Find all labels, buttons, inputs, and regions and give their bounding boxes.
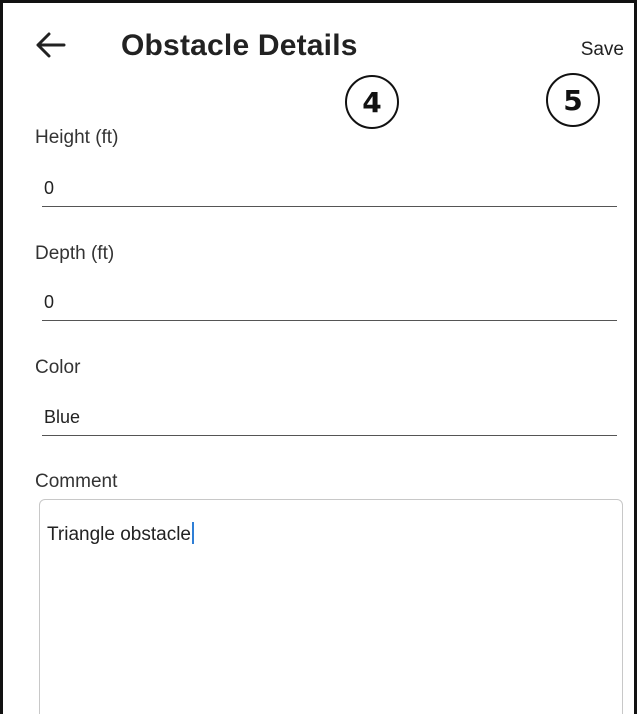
annotation-badge-4: 4 bbox=[345, 75, 399, 129]
height-field[interactable] bbox=[42, 171, 617, 207]
comment-label: Comment bbox=[35, 471, 118, 492]
obstacle-details-screen: Obstacle Details Save 4 5 Height (ft) De… bbox=[0, 0, 637, 714]
comment-textarea[interactable]: Triangle obstacle bbox=[39, 499, 623, 714]
comment-text: Triangle obstacle bbox=[47, 524, 191, 545]
color-field[interactable] bbox=[42, 400, 617, 436]
depth-field[interactable] bbox=[42, 285, 617, 321]
save-button[interactable]: Save bbox=[581, 39, 624, 61]
color-label: Color bbox=[35, 357, 81, 378]
height-label: Height (ft) bbox=[35, 127, 119, 148]
page-title: Obstacle Details bbox=[121, 29, 358, 62]
depth-label: Depth (ft) bbox=[35, 243, 115, 264]
back-arrow-icon[interactable] bbox=[31, 25, 71, 65]
text-cursor bbox=[191, 522, 194, 544]
annotation-badge-5: 5 bbox=[546, 73, 600, 127]
